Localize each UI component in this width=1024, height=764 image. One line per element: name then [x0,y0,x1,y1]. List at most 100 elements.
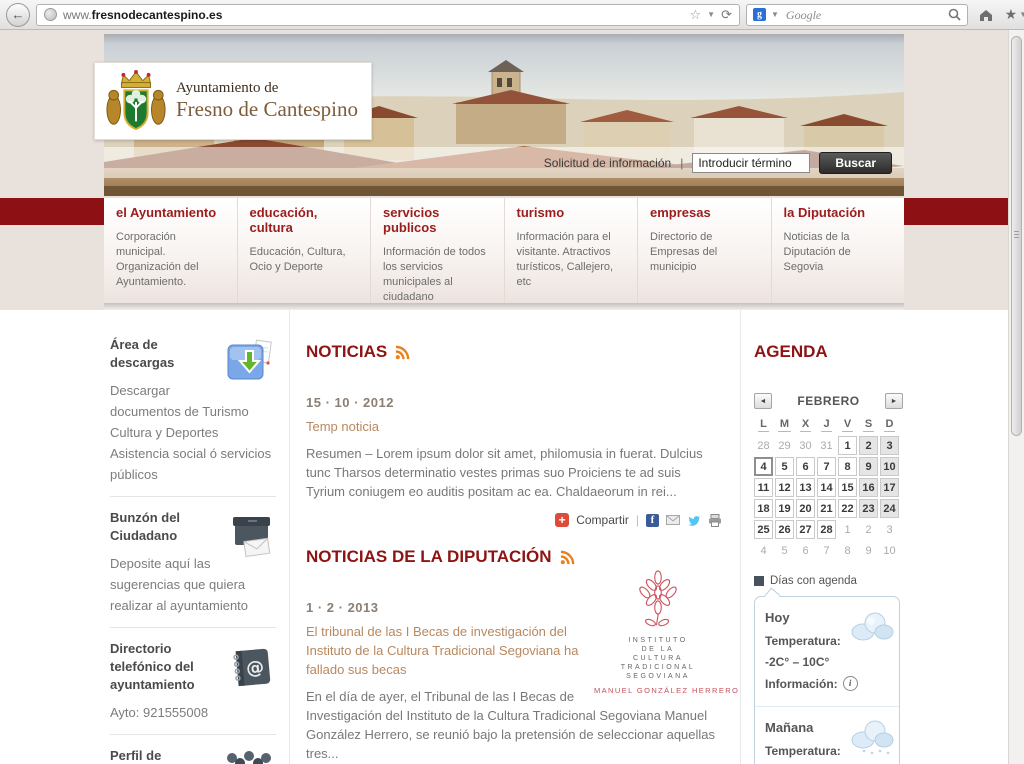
calendar-day[interactable]: 10 [880,457,899,476]
calendar-day[interactable]: 8 [838,457,857,476]
calendar-day: 28 [754,436,773,455]
calendar-day[interactable]: 14 [817,478,836,497]
calendar-day[interactable]: 22 [838,499,857,518]
calendar-day[interactable]: 13 [796,478,815,497]
nav-item-4[interactable]: turismoInformación para el visitante. At… [505,198,639,303]
instituto-logo-lines: INSTITUTODE LACULTURATRADICIONALSEGOVIAN… [594,636,722,681]
calendar-day: 6 [796,541,815,560]
sidebar-item-mailbox[interactable]: Bunzón del CiudadanoDeposite aquí las su… [110,509,276,628]
calendar-day-header: M [775,418,794,432]
url-bar[interactable]: www.fresnodecantespino.es ☆ ▼ ⟳ [36,4,740,26]
calendar-week-row: 25262728123 [754,520,903,539]
site-search-button[interactable]: Buscar [819,152,892,174]
agenda-legend-square-icon [754,576,764,586]
calendar-day[interactable]: 25 [754,520,773,539]
info-icon[interactable]: i [843,676,858,691]
request-info-link[interactable]: Solicitud de información [544,156,671,170]
calendar-day[interactable]: 6 [796,457,815,476]
logo-text-line2: Fresno de Cantespino [176,97,358,122]
calendar-day[interactable]: 18 [754,499,773,518]
home-button[interactable] [974,3,998,27]
news-heading-text: NOTICIAS [306,342,387,362]
google-engine-icon[interactable]: g [753,8,766,21]
nav-item-label[interactable]: servicios publicos [383,205,492,235]
calendar-day[interactable]: 15 [838,478,857,497]
calendar-day[interactable]: 12 [775,478,794,497]
calendar-day[interactable]: 7 [817,457,836,476]
agenda-legend-label: Días con agenda [770,575,857,587]
calendar-day: 4 [754,541,773,560]
url-text[interactable]: www.fresnodecantespino.es [63,8,684,22]
bookmark-star-icon[interactable]: ☆ [690,8,702,21]
search-magnifier-icon[interactable] [948,8,961,21]
calendar-next-button[interactable]: ► [885,393,903,409]
bookmarks-button[interactable]: ★ ▼ [1004,3,1024,27]
weather-info-label: Información: [765,677,838,691]
calendar-day[interactable]: 24 [880,499,899,518]
rss-icon[interactable] [560,550,575,565]
calendar-grid: 2829303112345678910111213141516171819202… [754,436,903,560]
calendar-day[interactable]: 20 [796,499,815,518]
logo-text-line1: Ayuntamiento de [176,80,358,97]
calendar-day[interactable]: 17 [880,478,899,497]
site-logo[interactable]: Ayuntamiento de Fresno de Cantespino [94,62,372,140]
calendar-day-header: X [796,418,815,432]
calendar-day[interactable]: 26 [775,520,794,539]
nav-item-label[interactable]: la Diputación [784,205,893,220]
facebook-icon[interactable]: f [646,514,659,527]
news-item-title-link[interactable]: Temp noticia [306,417,722,436]
calendar-day[interactable]: 28 [817,520,836,539]
calendar-day[interactable]: 21 [817,499,836,518]
calendar-day[interactable]: 23 [859,499,878,518]
nav-item-6[interactable]: la DiputaciónNoticias de la Diputación d… [772,198,905,303]
nav-item-2[interactable]: educación, cultura Educación, Cultura, Oc… [238,198,372,303]
sidebar-item-contacts[interactable]: @ Directorio telefónico del ayuntamiento… [110,640,276,735]
back-button[interactable]: ← [6,3,30,27]
calendar-day[interactable]: 3 [880,436,899,455]
calendar-day[interactable]: 9 [859,457,878,476]
browser-search-box[interactable]: g ▼ [746,4,968,26]
nav-item-label[interactable]: el Ayuntamiento [116,205,225,220]
calendar-day[interactable]: 1 [838,436,857,455]
nav-item-3[interactable]: servicios publicosInformación de todos l… [371,198,505,303]
calendar-day[interactable]: 11 [754,478,773,497]
bookmarks-dropdown-icon: ▼ [1019,10,1024,19]
instituto-logo-line: TRADICIONAL [594,663,722,672]
scrollbar-thumb[interactable] [1011,36,1022,436]
calendar-day[interactable]: 16 [859,478,878,497]
calendar-prev-button[interactable]: ◄ [754,393,772,409]
sharethis-icon[interactable]: + [555,513,569,527]
nav-item-5[interactable]: empresasDirectorio de Empresas del munic… [638,198,772,303]
nav-item-label[interactable]: turismo [517,205,626,220]
calendar-day: 10 [880,541,899,560]
reload-icon[interactable]: ⟳ [721,8,732,21]
sidebar-item-download[interactable]: Área de descargasDescargar documentos de… [110,336,276,497]
calendar-day-header-label: M [778,418,791,432]
calendar-day[interactable]: 27 [796,520,815,539]
calendar-day[interactable]: 2 [859,436,878,455]
calendar-day: 7 [817,541,836,560]
diputacion-news-item: INSTITUTODE LACULTURATRADICIONALSEGOVIAN… [306,567,722,764]
rss-icon[interactable] [395,345,410,360]
print-icon[interactable] [708,514,722,527]
twitter-icon[interactable] [687,514,701,527]
url-prefix: www. [63,8,92,22]
url-dropdown-icon[interactable]: ▼ [707,10,715,19]
page-scrollbar[interactable] [1008,30,1024,764]
news-section-heading: NOTICIAS [306,342,722,362]
nav-item-label[interactable]: educación, cultura [250,205,359,235]
site-search-input[interactable] [692,153,810,173]
calendar-day[interactable]: 19 [775,499,794,518]
email-icon[interactable] [666,515,680,525]
nav-item-desc: Educación, Cultura, Ocio y Deporte [250,245,359,275]
calendar-day[interactable]: 4 [754,457,773,476]
nav-item-label[interactable]: empresas [650,205,759,220]
calendar-day[interactable]: 5 [775,457,794,476]
calendar-day-header-label: X [800,418,811,432]
nav-item-1[interactable]: el AyuntamientoCorporación municipal. Or… [104,198,238,303]
browser-search-input[interactable] [784,7,943,23]
calendar-week-row: 11121314151617 [754,478,903,497]
sidebar-item-people[interactable]: Perfil de contratanteConsursos públicos,… [110,747,276,764]
engine-dropdown-icon[interactable]: ▼ [771,10,779,19]
share-label[interactable]: Compartir [576,513,629,527]
